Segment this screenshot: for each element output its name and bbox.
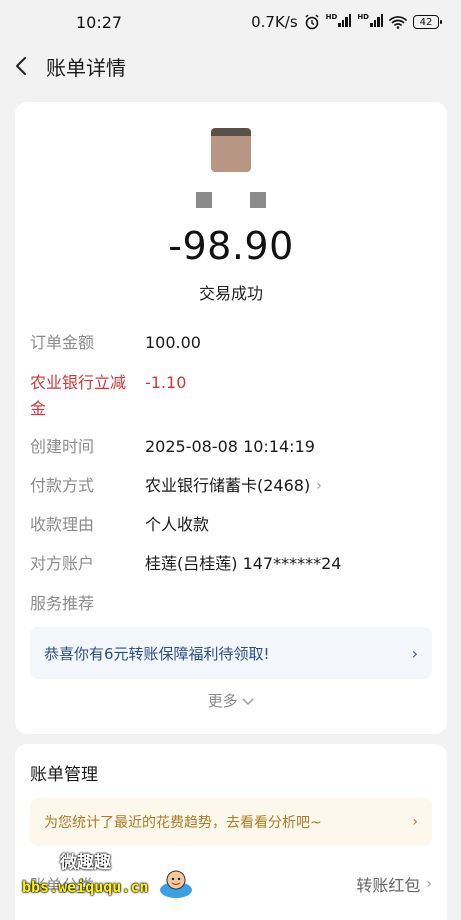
spending-trend-tip[interactable]: 为您统计了最近的花费趋势，去看看分析吧~ › <box>30 798 432 846</box>
detail-label: 付款方式 <box>30 476 95 495</box>
detail-row-reason: 收款理由 个人收款 <box>30 512 432 538</box>
detail-row-payment-method[interactable]: 付款方式 农业银行储蓄卡(2468) › <box>30 473 432 499</box>
detail-value: 个人收款 <box>145 515 210 534</box>
avatar[interactable] <box>211 128 251 172</box>
alarm-icon <box>305 14 319 30</box>
watermark-url: bbs.weiququ.cn <box>22 878 149 896</box>
detail-label: 农业银行立减金 <box>30 373 127 418</box>
status-icons: 0.7K/s HD HD 42 <box>251 13 442 31</box>
detail-row-created-time: 创建时间 2025-08-08 10:14:19 <box>30 434 432 460</box>
detail-label: 收款理由 <box>30 515 95 534</box>
detail-value: 农业银行储蓄卡(2468) › <box>145 473 322 499</box>
back-arrow-icon[interactable] <box>14 56 34 76</box>
promo-text: 恭喜你有6元转账保障福利待领取! <box>44 644 270 663</box>
transaction-amount: -98.90 <box>168 224 294 268</box>
detail-label: 创建时间 <box>30 437 95 456</box>
page-title: 账单详情 <box>46 55 126 80</box>
battery-icon: 42 <box>413 15 442 29</box>
tip-text: 为您统计了最近的花费趋势，去看看分析吧~ <box>44 815 322 831</box>
detail-value: 100.00 <box>145 333 201 352</box>
promo-banner[interactable]: 恭喜你有6元转账保障福利待领取! › <box>30 627 432 679</box>
status-bar: 10:27 0.7K/s HD HD 42 <box>0 0 461 44</box>
watermark-title: 微趣趣 <box>60 853 111 873</box>
detail-row-service: 服务推荐 <box>30 591 432 617</box>
transaction-card: -98.90 交易成功 订单金额 100.00 农业银行立减金 -1.10 创建… <box>15 102 447 734</box>
payee-name-blurred <box>15 192 447 208</box>
watermark-mascot-icon <box>160 870 192 898</box>
detail-value: -1.10 <box>145 373 187 392</box>
chevron-down-icon <box>242 698 254 705</box>
more-button[interactable]: 更多 <box>15 690 447 711</box>
signal-icon-1: HD <box>326 13 352 31</box>
detail-label: 对方账户 <box>30 554 95 573</box>
section-title: 账单管理 <box>30 765 98 785</box>
nav-bar: 账单详情 <box>0 44 461 88</box>
signal-icon-2: HD <box>357 13 383 31</box>
detail-row-order-amount: 订单金额 100.00 <box>30 330 432 356</box>
detail-label: 订单金额 <box>30 333 95 352</box>
detail-value: 桂莲(吕桂莲) 147******24 <box>145 554 342 573</box>
chevron-right-icon: › <box>412 814 418 830</box>
transaction-status: 交易成功 <box>198 284 263 303</box>
category-value: 转账红包 › <box>356 876 432 895</box>
detail-label: 服务推荐 <box>30 594 95 613</box>
clock: 10:27 <box>76 12 123 32</box>
chevron-right-icon: › <box>426 876 432 892</box>
chevron-right-icon: › <box>316 478 322 494</box>
watermark: 微趣趣 bbs.weiququ.cn <box>22 846 202 906</box>
detail-row-discount: 农业银行立减金 -1.10 <box>30 370 432 422</box>
chevron-right-icon: › <box>411 643 418 663</box>
network-speed: 0.7K/s <box>251 13 298 31</box>
wifi-icon <box>389 16 407 29</box>
detail-row-counterparty: 对方账户 桂莲(吕桂莲) 147******24 <box>30 551 432 577</box>
detail-value: 2025-08-08 10:14:19 <box>145 437 315 456</box>
